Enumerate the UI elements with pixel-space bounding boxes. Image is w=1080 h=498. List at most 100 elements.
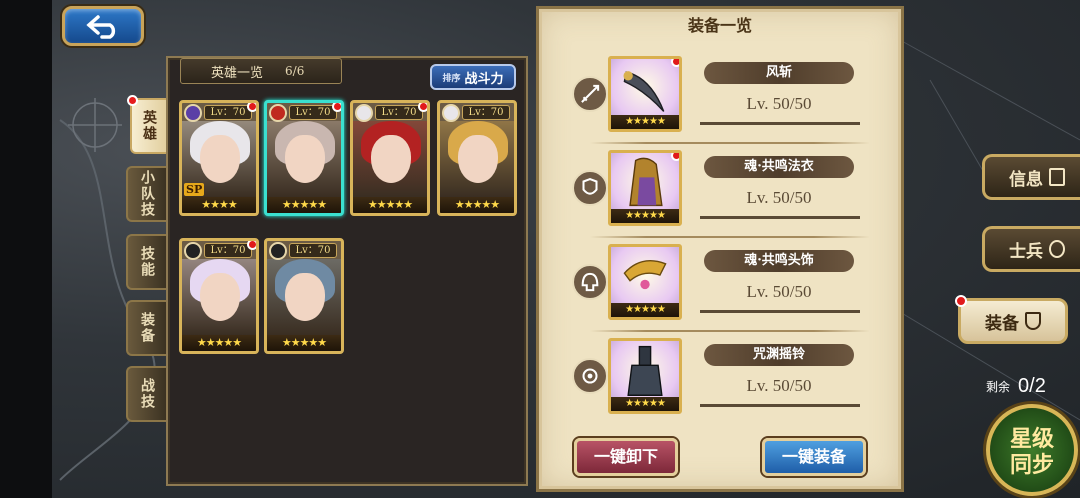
equip-button[interactable]: 装备 <box>955 295 1068 344</box>
notification-dot <box>671 59 679 67</box>
hero-face <box>200 135 240 183</box>
element-icon <box>184 242 202 260</box>
equipment-stars: ★★★★★ <box>611 209 679 223</box>
back-arrow-icon <box>86 15 116 39</box>
notification-dot <box>332 103 341 112</box>
equipment-name: 魂·共鸣法衣 <box>704 156 854 178</box>
tab-combat-skill[interactable]: 战技 <box>126 366 166 422</box>
equipment-level: Lv. 50/50 <box>746 376 812 395</box>
equipment-slot[interactable]: ★★★★★ 魂·共鸣头饰 Lv. 50/50 <box>570 244 870 324</box>
tab-label: 英雄 <box>141 110 157 142</box>
back-button[interactable] <box>62 6 144 46</box>
hero-card[interactable]: Lv：70 ★★★★★ <box>350 100 430 216</box>
equipment-level: Lv. 50/50 <box>746 282 812 301</box>
info-label: 信息 <box>1009 169 1043 190</box>
tab-skills[interactable]: 技能 <box>126 234 166 290</box>
equipment-name: 风斩 <box>704 62 854 84</box>
notification-dot <box>671 153 679 161</box>
equipment-underline <box>700 404 860 407</box>
tab-squad-skill[interactable]: 小队技 <box>126 166 166 222</box>
soldier-button[interactable]: 士兵 <box>982 226 1080 272</box>
remaining-value: 0/2 <box>1018 374 1046 397</box>
divider <box>590 330 870 332</box>
equip-all-button[interactable]: 一键装备 <box>762 438 866 476</box>
hero-card[interactable]: Lv：70 ★★★★★ <box>264 100 344 216</box>
divider <box>590 236 870 238</box>
hero-stars: ★★★★★ <box>182 335 256 351</box>
equipment-slot[interactable]: ★★★★★ 咒渊摇铃 Lv. 50/50 <box>570 338 870 418</box>
hero-stars: ★★★★★ <box>267 197 341 213</box>
element-icon <box>355 104 373 122</box>
equipment-underline <box>700 216 860 219</box>
divider <box>590 142 870 144</box>
accessory-icon <box>572 358 608 394</box>
equipment-item-icon[interactable]: ★★★★★ <box>608 338 682 414</box>
hero-card[interactable]: Lv：70 ★★★★★ <box>437 100 517 216</box>
tab-label: 装备 <box>139 312 155 344</box>
hero-count: 6/6 <box>285 64 305 78</box>
equipment-item-icon[interactable]: ★★★★★ <box>608 244 682 320</box>
hero-portrait <box>353 121 427 197</box>
remaining-counter: 剩余 0/2 <box>986 372 1080 400</box>
sort-label: 战斗力 <box>464 71 504 87</box>
sword-icon <box>572 76 608 112</box>
hero-card[interactable]: Lv：70 ★★★★★ <box>264 238 344 354</box>
hero-list-title: 英雄一览 <box>211 65 264 81</box>
notification-dot <box>127 95 138 106</box>
tab-heroes[interactable]: 英雄 <box>127 95 166 154</box>
element-icon <box>184 104 202 122</box>
hero-portrait <box>267 121 341 197</box>
tab-equipment[interactable]: 装备 <box>126 300 166 356</box>
equipment-item-icon[interactable]: ★★★★★ <box>608 150 682 226</box>
hero-level: Lv：70 <box>375 105 423 120</box>
element-icon <box>269 242 287 260</box>
hero-card[interactable]: Lv：70 SP ★★★★ <box>179 100 259 216</box>
equipment-item-icon[interactable]: ★★★★★ <box>608 56 682 132</box>
equipment-level: Lv. 50/50 <box>746 94 812 113</box>
sort-button[interactable]: 排序 战斗力 <box>430 64 516 90</box>
hero-card[interactable]: Lv：70 ★★★★★ <box>179 238 259 354</box>
hero-level: Lv：70 <box>204 243 252 258</box>
hero-face <box>371 135 411 183</box>
shield-icon <box>1025 312 1041 330</box>
hero-level: Lv：70 <box>289 243 337 258</box>
info-button[interactable]: 信息 <box>982 154 1080 200</box>
hero-stars: ★★★★ <box>182 197 256 213</box>
equipment-slot[interactable]: ★★★★★ 魂·共鸣法衣 Lv. 50/50 <box>570 150 870 230</box>
tab-label: 小队技 <box>139 170 155 218</box>
hero-portrait <box>267 259 341 335</box>
unequip-all-button[interactable]: 一键卸下 <box>574 438 678 476</box>
equipment-stars: ★★★★★ <box>611 115 679 129</box>
left-black-strip <box>0 0 52 498</box>
equipment-name: 咒渊摇铃 <box>704 344 854 366</box>
notification-dot <box>247 103 256 112</box>
hero-face <box>285 135 325 183</box>
remaining-label: 剩余 <box>986 379 1011 394</box>
sp-badge: SP <box>184 183 205 196</box>
hero-face <box>200 273 240 321</box>
armor-icon <box>572 170 608 206</box>
hero-face <box>285 273 325 321</box>
element-icon <box>269 104 287 122</box>
equip-label: 装备 <box>985 313 1019 334</box>
equipment-underline <box>700 310 860 313</box>
notification-dot <box>418 103 427 112</box>
equipment-stars: ★★★★★ <box>611 303 679 317</box>
hero-stars: ★★★★★ <box>267 335 341 351</box>
hero-level: Lv：70 <box>204 105 252 120</box>
star-sync-button[interactable]: 星级 同步 <box>986 404 1078 496</box>
sort-prefix: 排序 <box>442 73 461 84</box>
element-icon <box>442 104 460 122</box>
notification-dot <box>247 241 256 250</box>
hero-stars: ★★★★★ <box>353 197 427 213</box>
soldier-label: 士兵 <box>1009 241 1043 262</box>
equipment-underline <box>700 122 860 125</box>
hero-face <box>458 135 498 183</box>
hero-level: Lv：70 <box>289 105 337 120</box>
equipment-slot[interactable]: ★★★★★ 风斩 Lv. 50/50 <box>570 56 870 136</box>
hero-list-header: 英雄一览 6/6 <box>180 58 342 84</box>
helmet-icon <box>572 264 608 300</box>
hero-level: Lv：70 <box>462 105 510 120</box>
equipment-title: 装备一览 <box>687 16 752 35</box>
document-icon <box>1049 168 1065 186</box>
